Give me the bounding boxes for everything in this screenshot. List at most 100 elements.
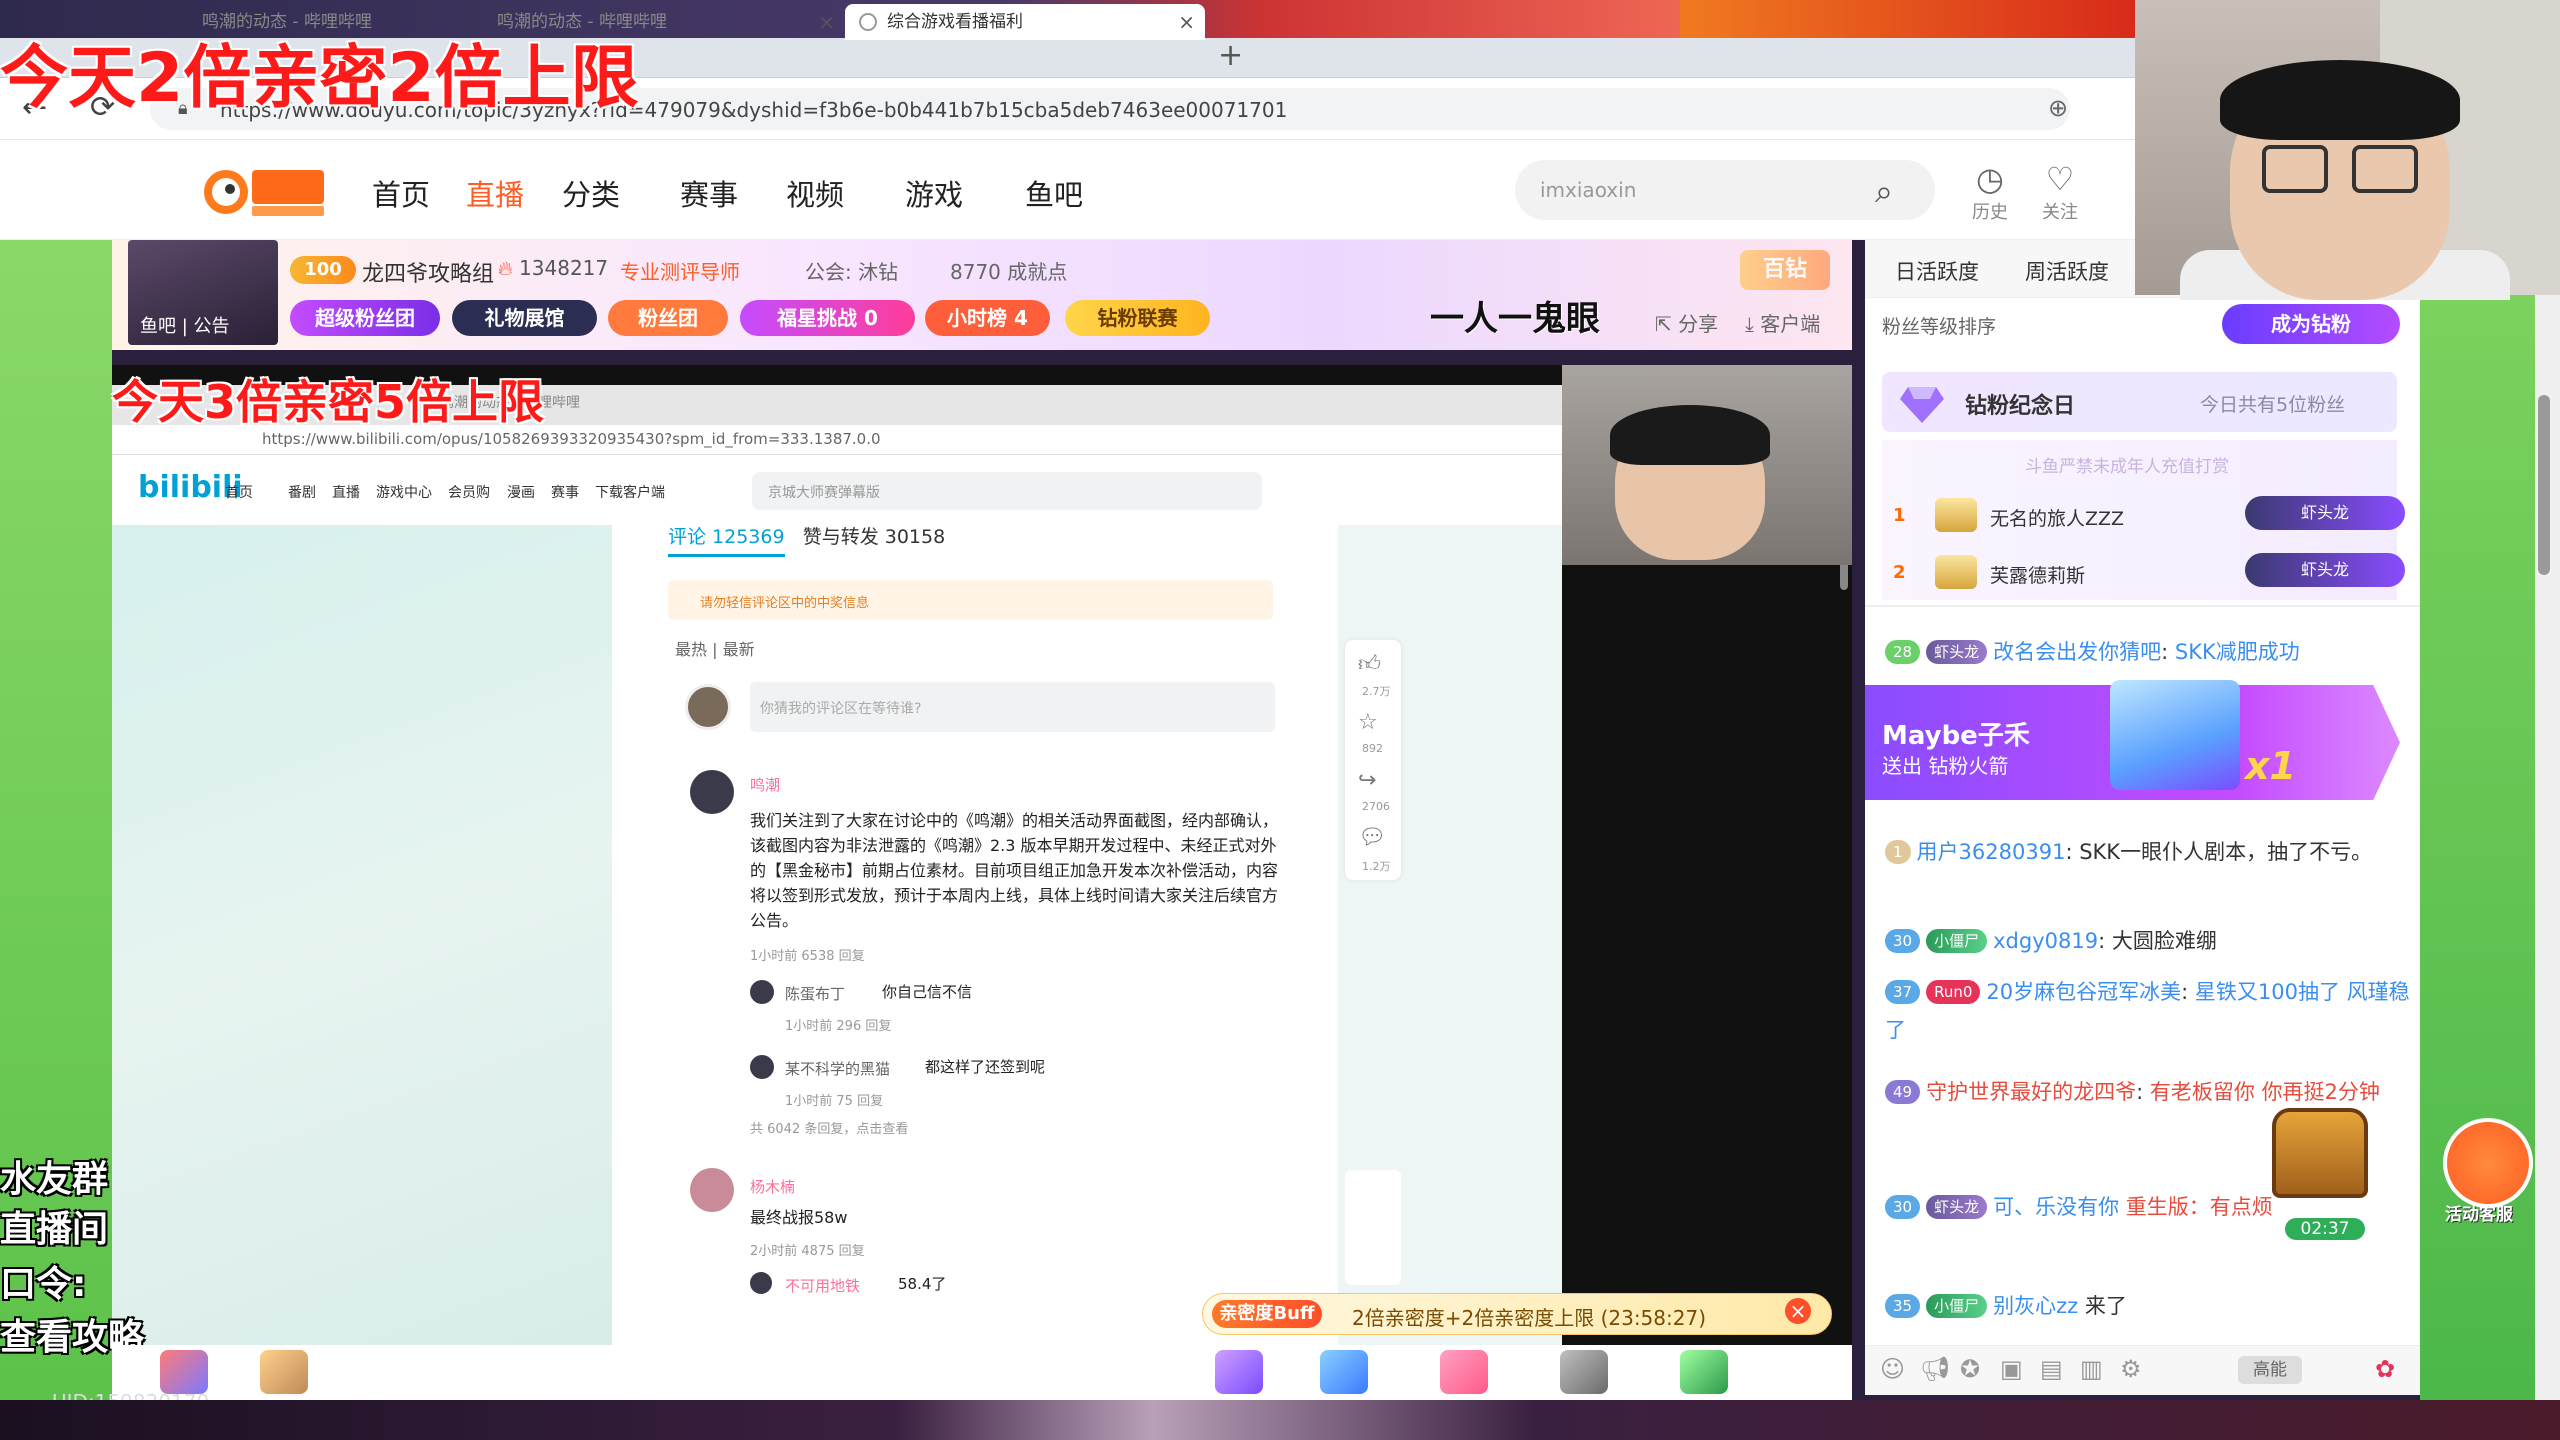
comment-text: 我们关注到了大家在讨论中的《鸣潮》的相关活动界面截图，经内部确认，该截图内容为非… — [750, 811, 1279, 930]
inner-hair — [1610, 405, 1770, 465]
diamond-day-title: 钻粉纪念日 — [1965, 394, 2076, 419]
gift-item[interactable] — [1680, 1350, 1728, 1394]
tab-daily-activity[interactable]: 日活跃度 — [1895, 256, 1979, 286]
gear-icon[interactable]: ⚙ — [2120, 1355, 2142, 1383]
follow-label: 关注 — [2042, 202, 2078, 223]
banner-slogan: 一人一鬼眼 — [1430, 299, 1600, 339]
follow-button[interactable]: ♡ 关注 — [2030, 160, 2090, 224]
bili-nav-item: 首页 — [225, 485, 253, 501]
bili-nav-item: 会员购 — [448, 485, 490, 501]
anchor-level-badge: 100 — [290, 256, 356, 284]
gift-icon[interactable]: ✿ — [2375, 1355, 2395, 1383]
user-level: 35 — [1885, 1294, 1921, 1318]
douyu-logo[interactable] — [200, 162, 330, 222]
treasure-chest-icon[interactable] — [2272, 1108, 2368, 1198]
bili-search-placeholder: 京城大师赛弹幕版 — [768, 485, 880, 501]
gift-item[interactable] — [1440, 1350, 1488, 1394]
fan-sort-button[interactable]: 粉丝等级排序 — [1882, 312, 1996, 339]
reply-count: 共 6042 条回复，点击查看 — [750, 1122, 909, 1137]
reply-meta: 1小时前 296 回复 — [785, 1019, 892, 1034]
reply-avatar — [750, 980, 774, 1004]
stream-url: https://www.bilibili.com/opus/1058269393… — [262, 430, 881, 448]
comment-tabs: 评论 125369 赞与转发 30158 — [668, 522, 946, 557]
chat-user[interactable]: 可、乐没有你 — [1993, 1195, 2119, 1219]
comment-sort: 最热 | 最新 — [675, 640, 755, 659]
bili-left-decoration — [112, 525, 612, 1345]
fan-badge: Run0 — [1926, 980, 1981, 1004]
new-tab-button[interactable]: + — [1218, 38, 1243, 73]
close-icon[interactable]: × — [1785, 1298, 1811, 1324]
gift-gallery-button[interactable]: 礼物展馆 — [452, 300, 597, 336]
super-fan-button[interactable]: 超级粉丝团 — [290, 300, 440, 336]
client-button[interactable]: ⤓ 客户端 — [1745, 308, 1820, 337]
rank-user[interactable]: 芙露德莉斯 — [1990, 561, 2085, 588]
close-icon[interactable]: × — [818, 4, 835, 40]
anchor-name[interactable]: 龙四爷攻略组 — [362, 256, 494, 288]
high-energy-button[interactable]: 高能 — [2238, 1356, 2302, 1384]
chat-user[interactable]: xdgy0819 — [1993, 929, 2098, 953]
comment-count: 评论 125369 — [668, 526, 785, 557]
crown-icon — [1935, 555, 1977, 589]
overlay-line: 水友群 — [0, 1159, 109, 1200]
chat-divider — [1865, 605, 2420, 607]
chat-user[interactable]: 别灰心zz — [1993, 1294, 2078, 1318]
gift-item[interactable] — [160, 1350, 208, 1394]
user-level: 37 — [1885, 980, 1921, 1004]
fans-icon[interactable]: ▣ — [2000, 1355, 2023, 1383]
comment-count-side: 1.2万 — [1362, 860, 1391, 873]
comment-avatar — [685, 684, 731, 730]
share-label: 分享 — [1678, 312, 1719, 336]
chat-user[interactable]: 用户36280391 — [1917, 840, 2066, 864]
chat-text: 大圆脸难绷 — [2111, 929, 2217, 953]
browser-tab-active[interactable]: 综合游戏看播福利 × — [845, 4, 1205, 40]
emoji-icon[interactable]: ☺ — [1880, 1355, 1905, 1383]
tab-weekly-activity[interactable]: 周活跃度 — [2025, 256, 2109, 286]
guild-label[interactable]: 公会: 沐钻 — [805, 256, 898, 285]
user-level: 49 — [1885, 1080, 1921, 1104]
activity-service-button[interactable] — [2443, 1118, 2533, 1208]
hourly-rank-button[interactable]: 小时榜 4 — [925, 300, 1050, 336]
nav-video[interactable]: 视频 — [786, 172, 844, 214]
bili-nav-item: 游戏中心 — [376, 485, 432, 501]
repost-count: 赞与转发 30158 — [802, 526, 946, 548]
rank-user[interactable]: 无名的旅人ZZZ — [1990, 504, 2124, 531]
rank-hint: 斗鱼严禁未成年人充值打赏 — [2025, 457, 2229, 477]
comment-text: 最终战报58w — [750, 1208, 848, 1227]
chat-user[interactable]: 守护世界最好的龙四爷 — [1926, 1080, 2136, 1104]
nav-games[interactable]: 游戏 — [905, 172, 963, 214]
nav-home[interactable]: 首页 — [372, 172, 430, 214]
lucky-challenge-button[interactable]: 福星挑战 0 — [740, 300, 915, 336]
user-level: 30 — [1885, 1195, 1921, 1219]
nav-yuba[interactable]: 鱼吧 — [1025, 172, 1083, 214]
reply-text: 你自己信不信 — [882, 983, 973, 1001]
bili-nav-item: 下载客户端 — [595, 485, 665, 501]
nav-events[interactable]: 赛事 — [680, 172, 738, 214]
history-button[interactable]: ◷ 历史 — [1960, 160, 2020, 224]
gift-item[interactable] — [1215, 1350, 1263, 1394]
zoom-icon[interactable]: ⊕ — [2048, 94, 2068, 122]
chat-user[interactable]: 改名会出发你猜吧 — [1993, 640, 2161, 664]
yuba-link[interactable]: 鱼吧 | 公告 — [140, 312, 230, 338]
share-button[interactable]: ⇱ 分享 — [1655, 308, 1718, 337]
fan-club-button[interactable]: 粉丝团 — [608, 300, 728, 336]
nav-category[interactable]: 分类 — [562, 172, 620, 214]
page-scrollbar-thumb[interactable] — [2538, 395, 2550, 575]
gift-item[interactable] — [1560, 1350, 1608, 1394]
badge-icon[interactable]: ✪ — [1960, 1355, 1980, 1383]
nav-live[interactable]: 直播 — [466, 172, 524, 214]
client-label: 客户端 — [1760, 312, 1821, 336]
gift-item[interactable] — [260, 1350, 308, 1394]
chat-user[interactable]: 20岁麻包谷冠军冰美 — [1986, 980, 2181, 1004]
chat-text: SKK一眼仆人剧本，抽了不亏。 — [2079, 840, 2373, 864]
become-diamond-button[interactable]: 成为钻粉 — [2222, 304, 2400, 344]
gift-item[interactable] — [1320, 1350, 1368, 1394]
diamond-league-button[interactable]: 钻粉联赛 — [1065, 300, 1210, 336]
chat-message: 1 用户36280391: SKK一眼仆人剧本，抽了不亏。 — [1885, 833, 2415, 871]
search-icon[interactable]: ⌕ — [1875, 172, 1893, 211]
chat-text: 有老板留你 你再挺2分钟 — [2149, 1080, 2380, 1104]
close-icon[interactable]: × — [1178, 4, 1195, 40]
horn-icon[interactable]: 📢︎ — [1920, 1355, 1950, 1383]
reply-author: 陈蛋布丁 — [785, 985, 846, 1003]
card-icon[interactable]: ▥ — [2080, 1355, 2103, 1383]
manage-icon[interactable]: ▤ — [2040, 1355, 2063, 1383]
